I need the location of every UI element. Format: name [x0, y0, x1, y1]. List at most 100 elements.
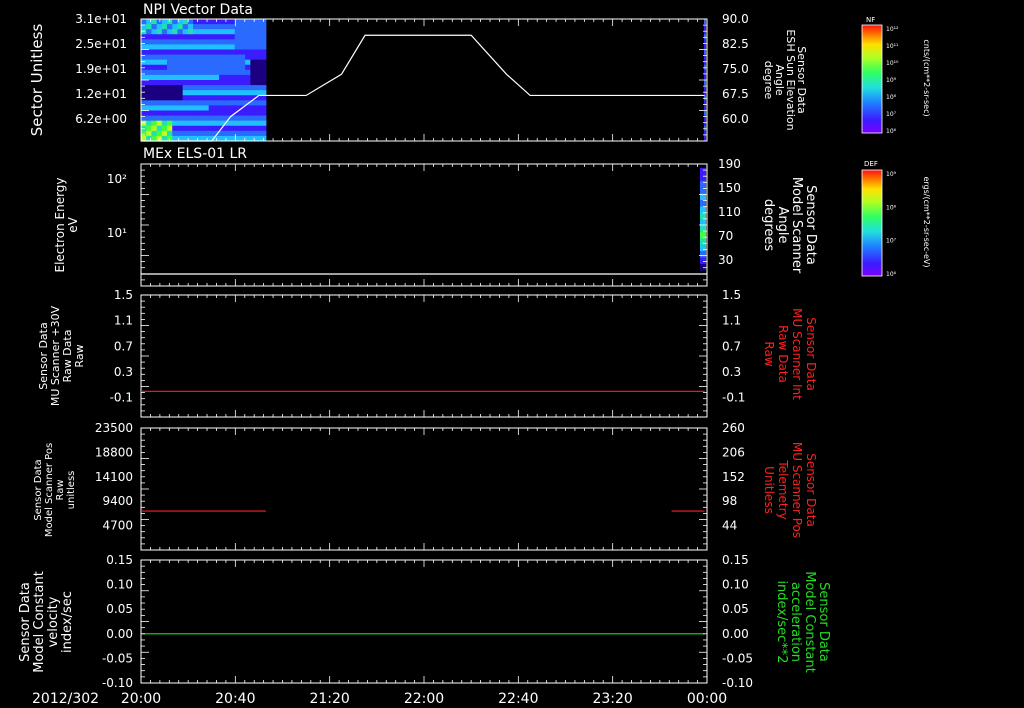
heatmap-cell [161, 29, 168, 35]
svg-text:degree: degree [762, 61, 775, 100]
heatmap-cell [177, 49, 184, 55]
heatmap-cell [203, 80, 210, 86]
heatmap-cell [151, 24, 158, 30]
heatmap-cell [161, 100, 168, 106]
heatmap-cell [213, 74, 220, 81]
heatmap-cell [239, 120, 246, 127]
heatmap-cell [161, 130, 168, 137]
heatmap-cell [245, 69, 251, 76]
heatmap-cell [193, 105, 199, 111]
heatmap-cell [250, 39, 256, 45]
heatmap-cell [260, 49, 267, 55]
heatmap-cell [198, 100, 204, 106]
heatmap-cell [704, 59, 706, 65]
heatmap-cell [198, 64, 204, 71]
heatmap-cell [224, 44, 230, 50]
heatmap-cell [177, 34, 184, 40]
heatmap-cell [161, 125, 168, 132]
heatmap-cell [198, 85, 204, 91]
y-tick-label-right: 0.10 [722, 578, 749, 592]
heatmap-cell [208, 49, 215, 55]
heatmap-cell [208, 115, 215, 122]
heatmap-cell [208, 34, 215, 40]
heatmap-cell [187, 130, 194, 137]
heatmap-cell [198, 115, 204, 122]
heatmap-cell [203, 39, 210, 45]
heatmap-cell [141, 80, 147, 86]
heatmap-cell [203, 125, 210, 132]
heatmap-cell [156, 95, 163, 101]
heatmap-cell [234, 39, 241, 45]
heatmap-cell [193, 54, 199, 61]
heatmap-cell [250, 64, 256, 71]
heatmap-cell [177, 24, 184, 30]
heatmap-cell [250, 24, 256, 30]
heatmap-cell [161, 105, 168, 111]
heatmap-cell [208, 110, 215, 116]
heatmap-cell [187, 115, 194, 122]
heatmap-cell [156, 120, 163, 127]
heatmap-cell [167, 44, 173, 50]
heatmap-cell [255, 90, 262, 96]
heatmap-cell [193, 34, 199, 40]
heatmap-cell [219, 49, 225, 55]
y-tick-label-right: 98 [722, 494, 737, 508]
heatmap-cell [151, 19, 158, 25]
heatmap-cell [203, 100, 210, 106]
heatmap-cell [245, 34, 251, 40]
y-tick-label: 9400 [102, 494, 133, 508]
heatmap-cell [239, 34, 246, 40]
heatmap-cell [229, 19, 236, 25]
heatmap-cell [245, 64, 251, 71]
heatmap-cell [151, 105, 158, 111]
heatmap-cell [219, 74, 225, 81]
heatmap-cell [203, 90, 210, 96]
time-tick-label: 00:00 [687, 691, 727, 707]
heatmap-cell [187, 105, 194, 111]
heatmap-cell [219, 105, 225, 111]
heatmap-cell [224, 54, 230, 61]
y-tick-label-right: -0.1 [722, 391, 745, 405]
heatmap-cell [208, 120, 215, 127]
heatmap-cell [255, 74, 262, 81]
heatmap-cell [208, 54, 215, 61]
heatmap-cell [224, 19, 230, 25]
heatmap-cell [219, 29, 225, 35]
heatmap-cell [151, 115, 158, 122]
y-tick-label-right: -0.05 [722, 651, 753, 665]
svg-text:unitless: unitless [66, 471, 77, 510]
heatmap-cell [187, 44, 194, 50]
heatmap-cell [229, 95, 236, 101]
heatmap-cell [700, 251, 706, 258]
heatmap-cell [177, 115, 184, 122]
heatmap-cell [255, 130, 262, 137]
heatmap-cell [156, 105, 163, 111]
heatmap-cell [229, 29, 236, 35]
heatmap-cell [213, 90, 220, 96]
heatmap-cell [151, 120, 158, 127]
heatmap-cell [245, 90, 251, 96]
heatmap-cell [245, 29, 251, 35]
heatmap-cell [245, 130, 251, 137]
heatmap-cell [208, 69, 215, 76]
heatmap-cell [182, 105, 189, 111]
heatmap-cell [260, 115, 267, 122]
heatmap-cell [250, 120, 256, 127]
heatmap-cell [182, 19, 189, 25]
heatmap-cell [203, 110, 210, 116]
heatmap-cell [245, 80, 251, 86]
svg-text:Model Constant: Model Constant [32, 571, 47, 673]
heatmap-cell [182, 100, 189, 106]
heatmap-cell [193, 130, 199, 137]
time-tick-label: 20:40 [215, 691, 255, 707]
heatmap-cell [245, 115, 251, 122]
heatmap-cell [239, 29, 246, 35]
heatmap-cell [146, 115, 152, 122]
heatmap-cell [234, 100, 241, 106]
panel-2-ytick-right: 110 [718, 205, 741, 219]
heatmap-cell [213, 34, 220, 40]
heatmap-cell [260, 64, 267, 71]
heatmap-cell [172, 19, 178, 25]
heatmap-cell [208, 90, 215, 96]
heatmap-cell [234, 74, 241, 81]
